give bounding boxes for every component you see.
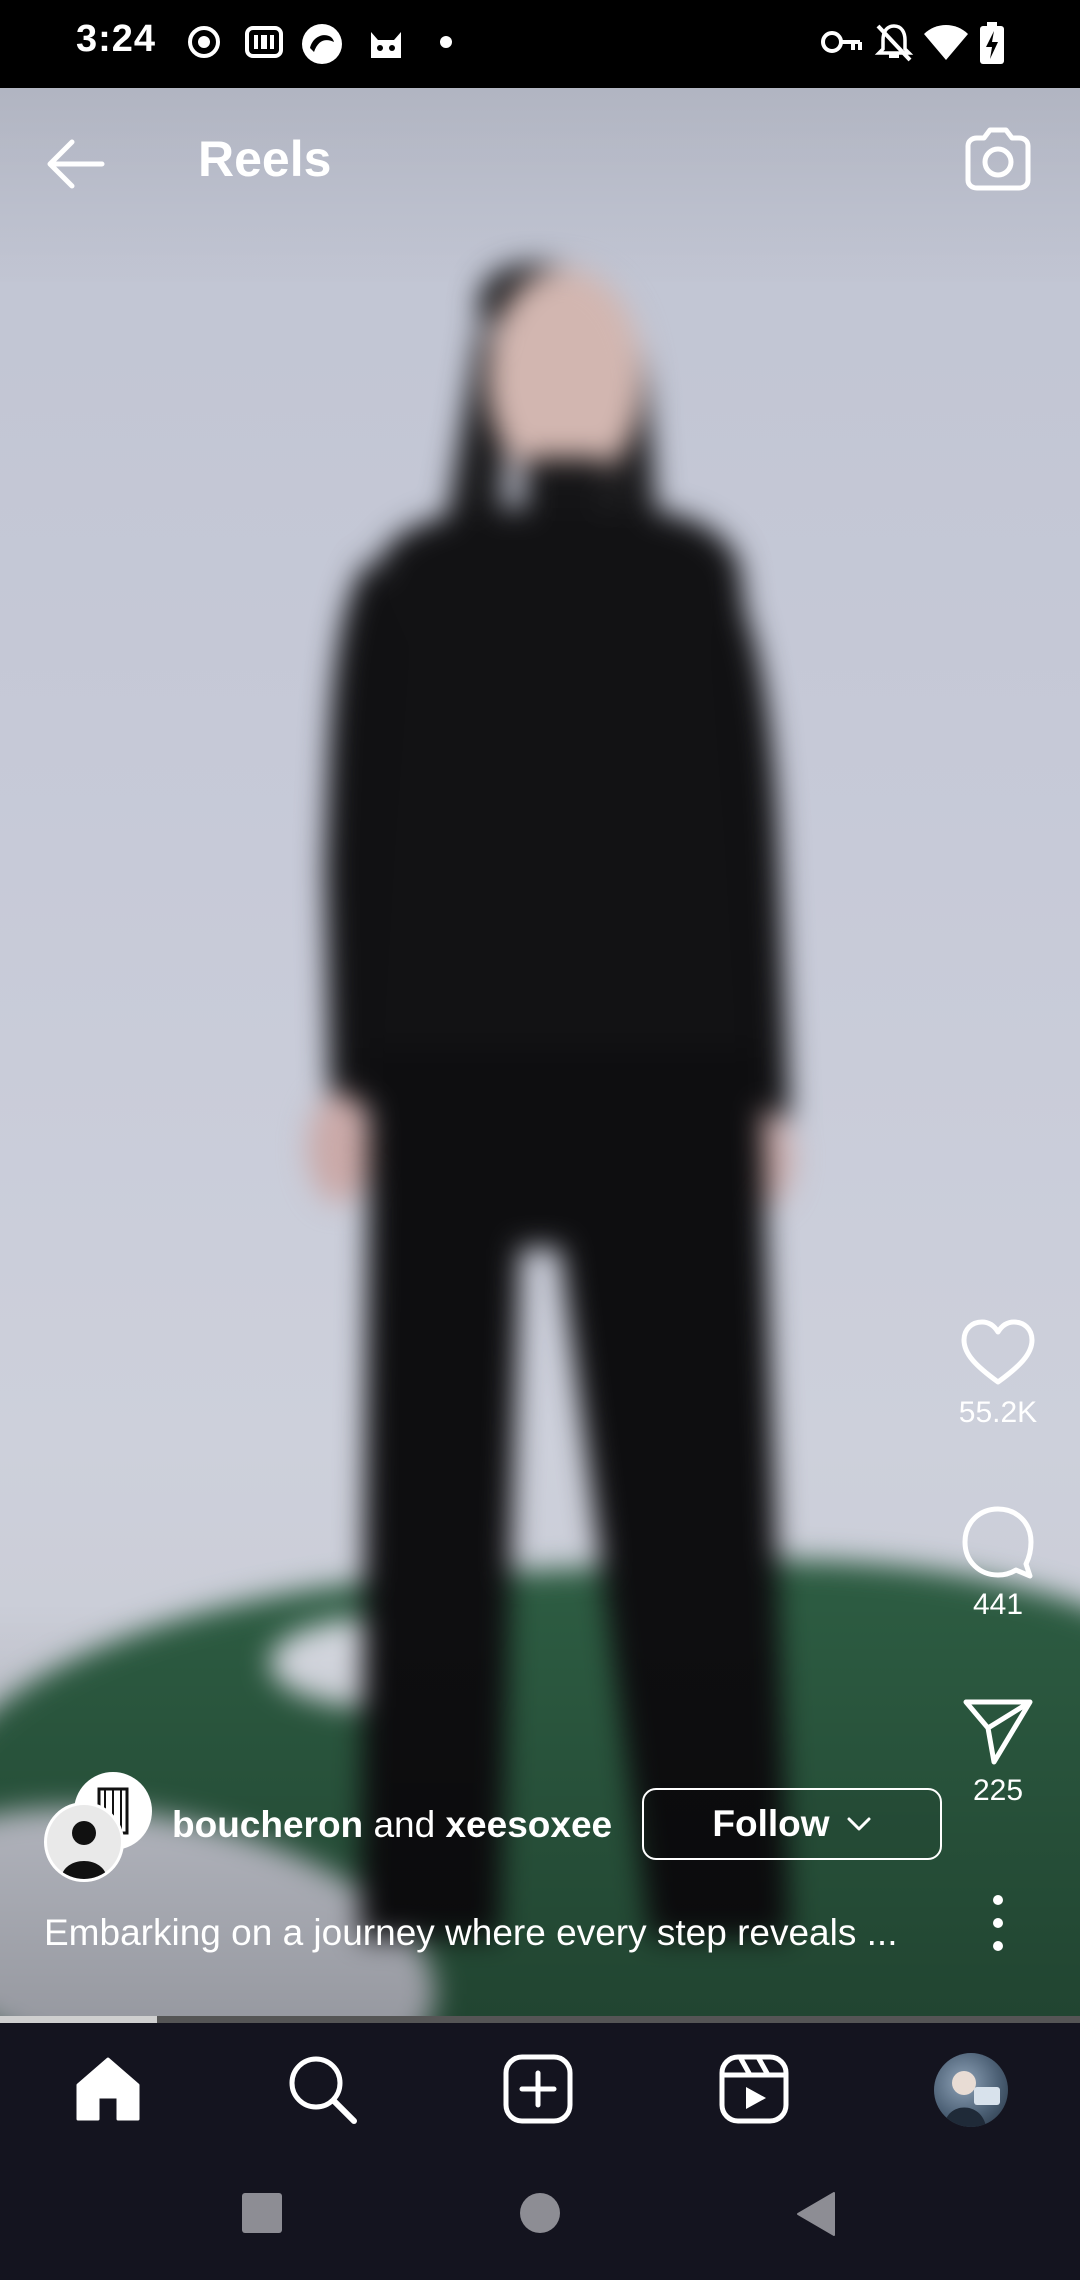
comment-action[interactable]: 441 xyxy=(940,1504,1056,1622)
reels-icon[interactable] xyxy=(716,2051,792,2127)
status-time: 3:24 xyxy=(76,18,157,60)
author-connector: and xyxy=(373,1804,436,1845)
share-action[interactable]: 225 xyxy=(940,1694,1056,1808)
system-back-button[interactable] xyxy=(794,2191,838,2237)
video-progress[interactable] xyxy=(0,2016,1080,2023)
system-home-button[interactable] xyxy=(518,2191,562,2235)
caption[interactable]: Embarking on a journey where every step … xyxy=(44,1912,944,1954)
back-button[interactable] xyxy=(40,128,112,200)
like-count: 55.2K xyxy=(958,1396,1038,1429)
creator-avatar[interactable] xyxy=(44,1802,124,1882)
author-avatars[interactable] xyxy=(44,1772,154,1882)
wifi-icon xyxy=(924,25,968,60)
bottom-nav xyxy=(0,2023,1080,2153)
recents-button[interactable] xyxy=(240,2191,284,2235)
reel-video[interactable] xyxy=(0,88,1080,2023)
chevron-down-icon xyxy=(847,1817,871,1831)
cat-app-icon xyxy=(371,32,401,58)
comment-count: 441 xyxy=(972,1588,1024,1621)
dot-icon xyxy=(440,36,452,48)
record-icon xyxy=(188,26,220,58)
follow-button[interactable]: Follow xyxy=(642,1788,942,1860)
author-line[interactable]: boucheron and xeesoxee xyxy=(172,1804,612,1846)
profile-avatar[interactable] xyxy=(934,2053,1008,2127)
author-secondary[interactable]: xeesoxee xyxy=(445,1804,612,1845)
vpn-key-icon xyxy=(821,31,862,53)
comment-icon[interactable] xyxy=(960,1504,1036,1580)
like-action[interactable]: 55.2K xyxy=(940,1318,1056,1430)
create-icon[interactable] xyxy=(500,2051,576,2127)
browser-icon xyxy=(302,24,342,64)
search-icon[interactable] xyxy=(284,2051,360,2127)
reels-screen: 3:24 Reels 55.2K 441 225 boucheron and x… xyxy=(0,0,1080,2280)
heart-icon[interactable] xyxy=(960,1318,1036,1388)
share-count: 225 xyxy=(972,1774,1024,1807)
more-options-icon[interactable] xyxy=(976,1888,1020,1958)
camera-icon[interactable] xyxy=(960,122,1036,198)
video-progress-fill xyxy=(0,2016,157,2023)
iqiyi-icon xyxy=(245,26,283,58)
author-primary[interactable]: boucheron xyxy=(172,1804,363,1845)
system-nav-bar xyxy=(0,2153,1080,2280)
bell-off-icon xyxy=(874,24,914,62)
status-bar: 3:24 xyxy=(0,0,1080,88)
follow-label: Follow xyxy=(712,1803,830,1844)
battery-charging-icon xyxy=(980,22,1004,64)
person-avatar-icon xyxy=(47,1805,121,1879)
profile-photo-icon xyxy=(944,2071,1000,2127)
home-icon[interactable] xyxy=(70,2051,146,2127)
page-title: Reels xyxy=(198,131,332,187)
send-icon[interactable] xyxy=(960,1694,1036,1766)
